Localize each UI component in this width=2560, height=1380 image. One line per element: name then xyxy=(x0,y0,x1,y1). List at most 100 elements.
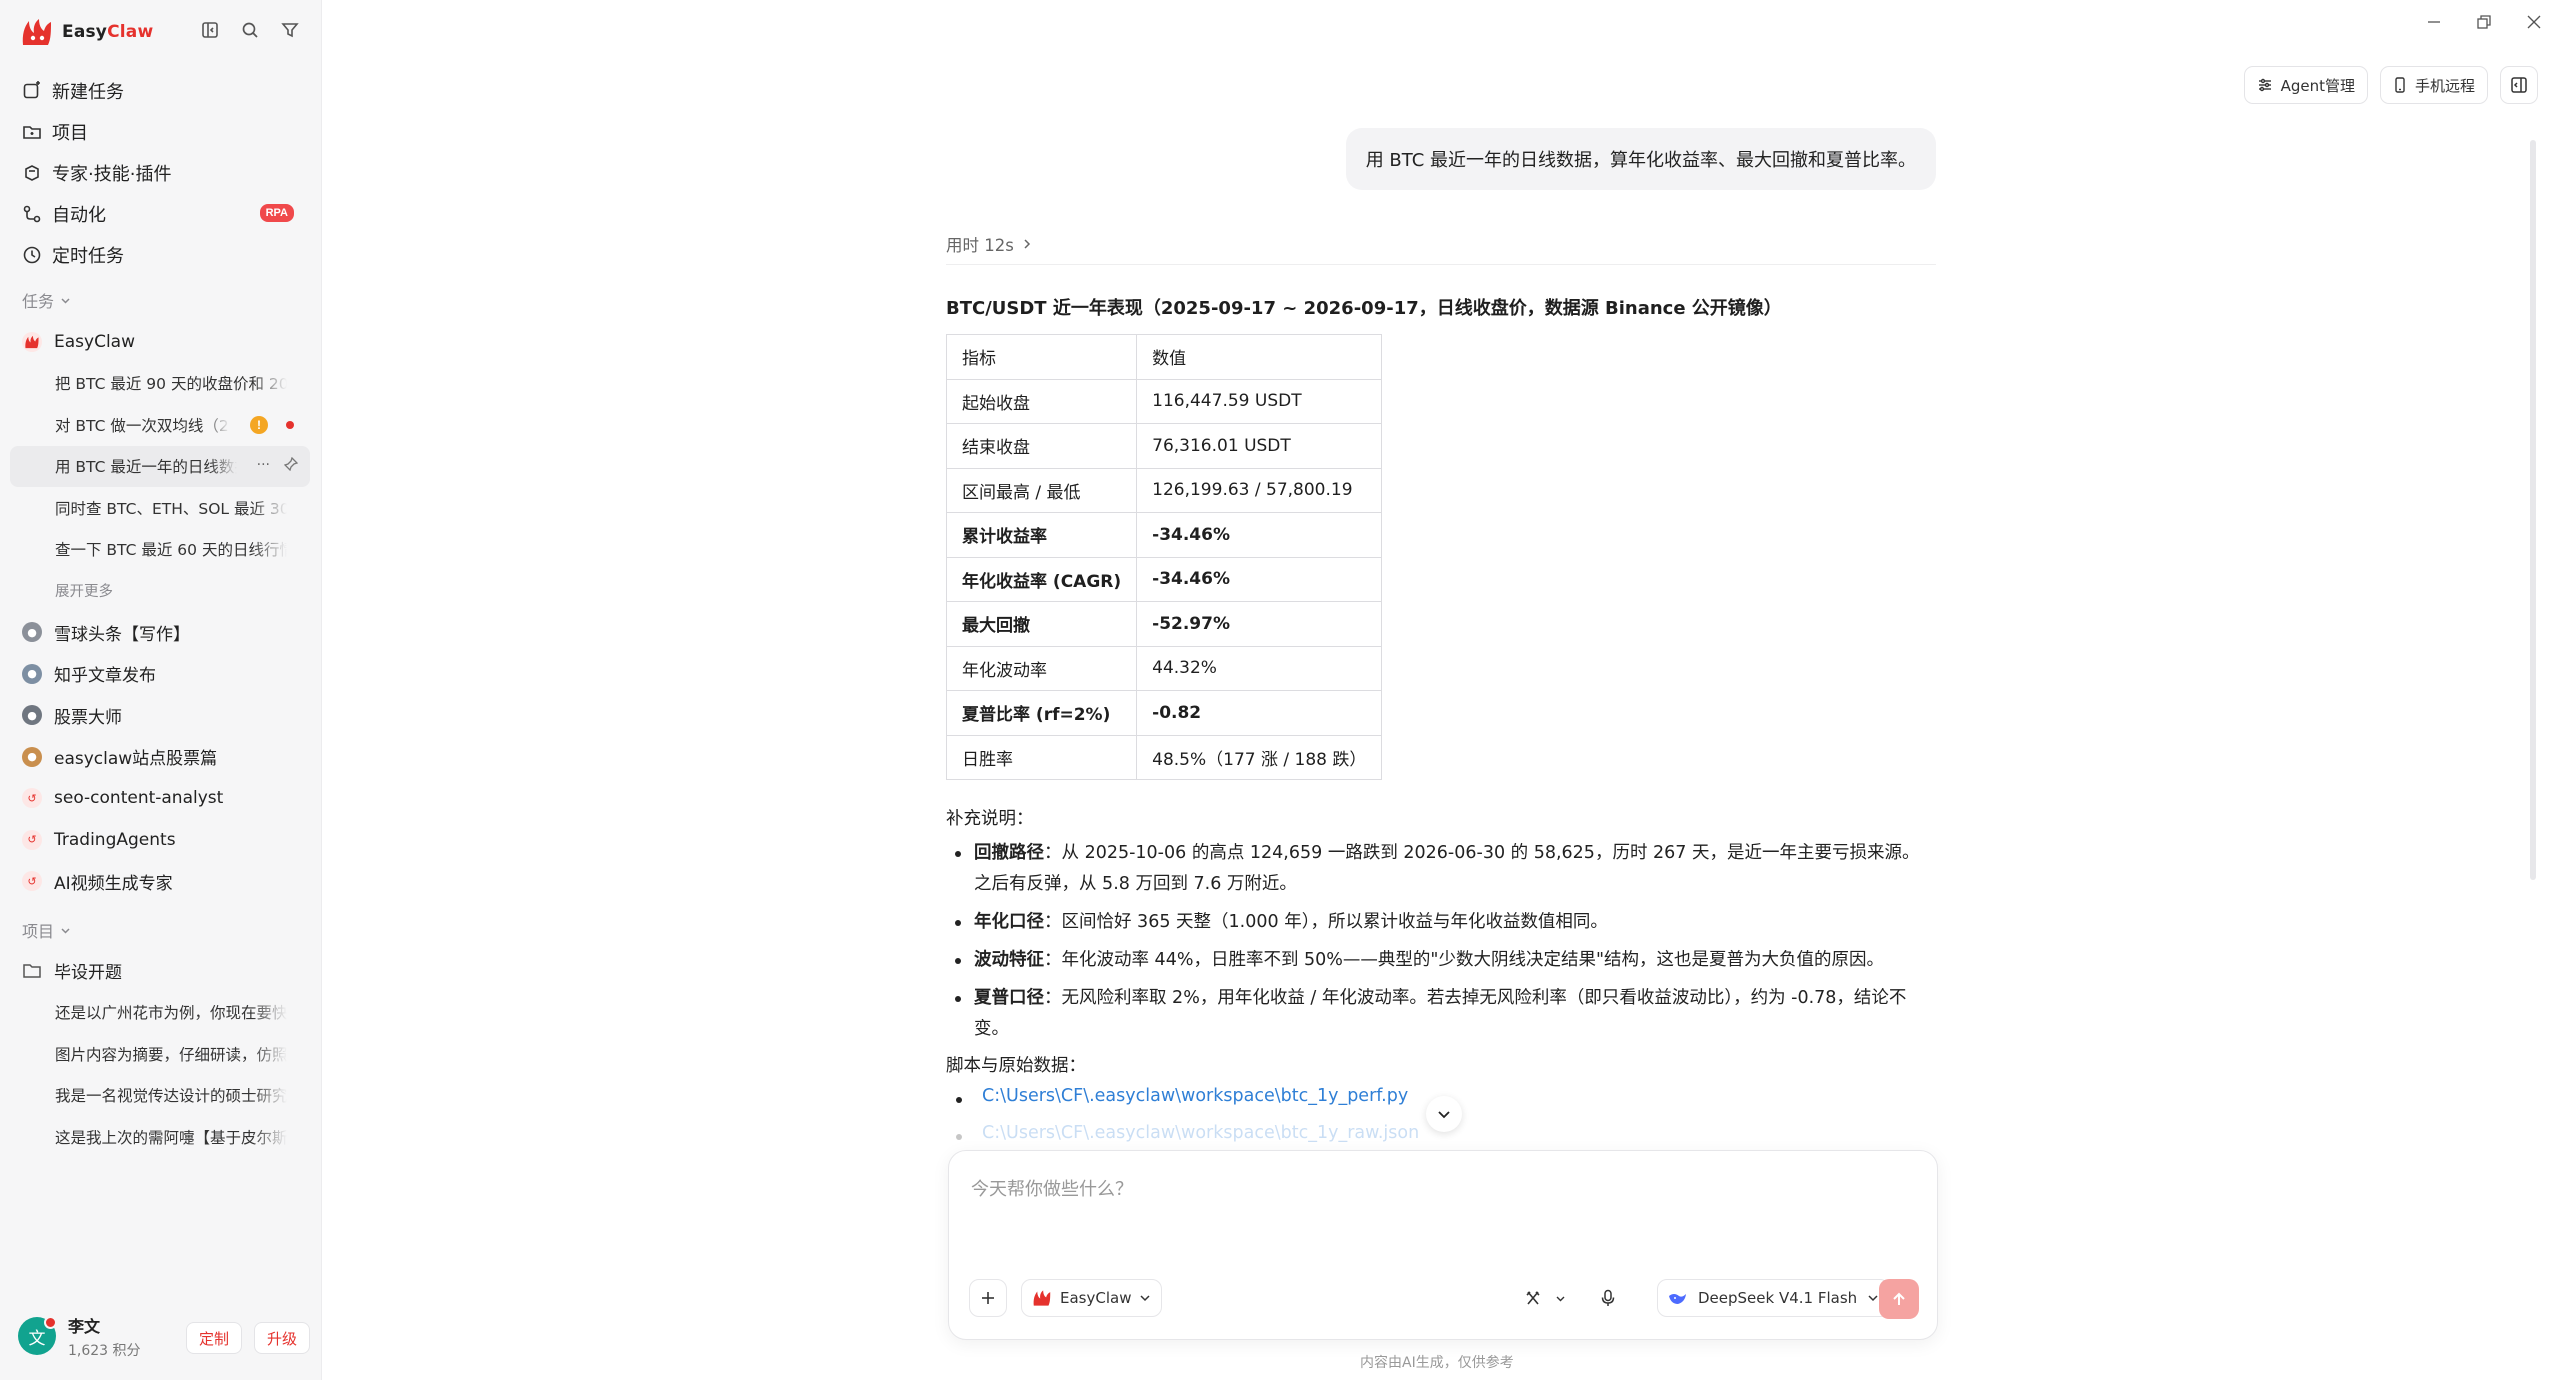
section-label: 项目 xyxy=(22,922,55,941)
attach-button[interactable] xyxy=(969,1279,1007,1317)
user-points: 1,623 积分 xyxy=(68,1342,141,1359)
projects-section-header[interactable]: 项目 xyxy=(22,918,71,942)
task-group-label: EasyClaw xyxy=(54,331,135,352)
brand[interactable]: EasyClaw xyxy=(20,14,153,50)
project-item[interactable]: 还是以广州花市为例，你现在要快 xyxy=(10,992,310,1034)
note-item: 回撤路径：从 2025-10-06 的高点 124,659 一路跌到 2026-… xyxy=(946,838,1936,900)
plus-icon xyxy=(982,1292,994,1304)
message-input[interactable]: 今天帮你做些什么？ xyxy=(971,1175,1133,1201)
nav-experts[interactable]: 专家·技能·插件 xyxy=(10,152,310,193)
chevron-down-icon xyxy=(1556,1296,1565,1301)
upgrade-button[interactable]: 升级 xyxy=(254,1322,311,1354)
agent-select-label: EasyClaw xyxy=(1060,1289,1132,1307)
show-more-tasks[interactable]: 展开更多 xyxy=(10,570,310,612)
nav-label: 自动化 xyxy=(52,204,106,226)
agent-item[interactable]: ● 股票大师 xyxy=(10,695,310,737)
main-nav: 新建任务 项目 专家·技能·插件 自动化 RPA 定时任务 xyxy=(10,70,310,275)
sidebar: EasyClaw 新建任务 项目 专家·技能·插件 自动化 RPA 定时任务 任… xyxy=(0,0,322,1380)
table-row: 最大回撤 -52.97% xyxy=(945,601,1383,647)
metric-name: 年化波动率 xyxy=(945,645,1138,691)
scroll-to-bottom-button[interactable] xyxy=(1426,1096,1462,1132)
note-item: 夏普口径：无风险利率取 2%，用年化收益 / 年化波动率。若去掉无风险利率（即只… xyxy=(946,983,1936,1045)
metric-value: -52.97% xyxy=(1136,601,1383,647)
more-icon[interactable]: ··· xyxy=(257,457,270,473)
task-item[interactable]: 把 BTC 最近 90 天的收盘价和 20 xyxy=(10,363,310,405)
chevron-down-icon xyxy=(1438,1111,1450,1119)
collapse-sidebar-icon[interactable] xyxy=(198,18,222,42)
task-title: 同时查 BTC、ETH、SOL 最近 30 xyxy=(55,499,287,518)
puzzle-icon xyxy=(25,164,39,181)
task-item[interactable]: 查一下 BTC 最近 60 天的日线行情 xyxy=(10,529,310,571)
agent-item[interactable]: ● 知乎文章发布 xyxy=(10,653,310,695)
folder-open-icon xyxy=(23,964,41,978)
task-item[interactable]: 对 BTC 做一次双均线（20 ! xyxy=(10,404,310,446)
agent-item[interactable]: ● easyclaw站点股票篇 xyxy=(10,736,310,778)
restore-icon[interactable] xyxy=(2476,14,2492,35)
agent-label: seo-content-analyst xyxy=(54,788,224,809)
agent-item[interactable]: ↺ seo-content-analyst xyxy=(10,778,310,820)
metric-name: 累计收益率 xyxy=(945,512,1138,558)
thinking-toggle[interactable]: 用时 12s xyxy=(946,232,1032,256)
toggle-panel-button[interactable] xyxy=(2500,66,2538,104)
agent-item[interactable]: ↺ TradingAgents xyxy=(10,819,310,861)
chat-scrollbar[interactable] xyxy=(2530,140,2536,880)
project-item[interactable]: 图片内容为摘要，仔细研读，仿照 xyxy=(10,1033,310,1075)
project-item[interactable]: 我是一名视觉传达设计的硕士研究 xyxy=(10,1075,310,1117)
project-folder[interactable]: 毕设开题 xyxy=(10,950,310,992)
note-text: ：区间恰好 365 天整（1.000 年），所以累计收益与年化收益数值相同。 xyxy=(1044,912,1608,932)
nav-label: 专家·技能·插件 xyxy=(52,163,172,185)
table-row: 累计收益率 -34.46% xyxy=(945,512,1383,558)
task-item[interactable]: 同时查 BTC、ETH、SOL 最近 30 xyxy=(10,487,310,529)
tools-select[interactable] xyxy=(1515,1279,1576,1317)
metric-name: 夏普比率 (rf=2%) xyxy=(945,690,1138,736)
table-header-row: 指标 数值 xyxy=(945,334,1383,380)
filter-icon[interactable] xyxy=(278,18,302,42)
project-folder-label: 毕设开题 xyxy=(54,963,122,984)
send-button[interactable] xyxy=(1879,1279,1919,1319)
nav-new-task[interactable]: 新建任务 xyxy=(10,70,310,111)
column-header: 指标 xyxy=(945,334,1138,380)
rpa-badge: RPA xyxy=(259,204,294,222)
nav-automation[interactable]: 自动化 RPA xyxy=(10,193,310,234)
nav-scheduled[interactable]: 定时任务 xyxy=(10,234,310,275)
agent-item[interactable]: ● 雪球头条【写作】 xyxy=(10,612,310,654)
minimize-icon[interactable] xyxy=(2426,14,2442,35)
voice-input-button[interactable] xyxy=(1589,1279,1627,1317)
claw-logo-icon: ↺ xyxy=(22,871,42,892)
section-label: 任务 xyxy=(22,292,55,311)
model-select[interactable]: DeepSeek V4.1 Flash xyxy=(1657,1279,1891,1317)
agent-management-button[interactable]: Agent管理 xyxy=(2243,66,2368,104)
mobile-remote-button[interactable]: 手机远程 xyxy=(2379,66,2488,104)
project-list: 毕设开题 还是以广州花市为例，你现在要快 图片内容为摘要，仔细研读，仿照 我是一… xyxy=(10,950,310,1158)
task-title: 用 BTC 最近一年的日线数据 xyxy=(55,458,237,477)
metric-value: 48.5%（177 涨 / 188 跌） xyxy=(1136,734,1383,780)
top-actions: Agent管理 手机远程 xyxy=(2243,66,2538,104)
column-header: 数值 xyxy=(1136,334,1383,380)
notes-list: 回撤路径：从 2025-10-06 的高点 124,659 一路跌到 2026-… xyxy=(946,838,1936,1045)
user-avatar[interactable]: 文 xyxy=(18,1316,57,1355)
project-item[interactable]: 这是我上次的需阿嚏【基于皮尔斯 xyxy=(10,1116,310,1158)
user-name: 李文 xyxy=(68,1316,101,1336)
agent-select[interactable]: EasyClaw xyxy=(1021,1279,1163,1317)
metric-name: 年化收益率 (CAGR) xyxy=(945,556,1138,602)
composer: 今天帮你做些什么？ EasyClaw DeepSeek V4.1 Flash xyxy=(948,1150,1938,1340)
file-link[interactable]: C:\Users\CF\.easyclaw\workspace\btc_1y_p… xyxy=(946,1086,1419,1123)
task-row-actions: ··· xyxy=(257,456,298,473)
search-icon[interactable] xyxy=(238,18,262,42)
table-row: 起始收盘 116,447.59 USDT xyxy=(945,378,1383,424)
nav-projects[interactable]: 项目 xyxy=(10,111,310,152)
claw-logo-icon xyxy=(22,19,51,45)
nav-label: 新建任务 xyxy=(52,81,124,103)
tasks-section-header[interactable]: 任务 xyxy=(22,288,71,312)
task-group-easyclaw[interactable]: EasyClaw xyxy=(10,321,310,363)
agent-item[interactable]: ↺ AI视频生成专家 xyxy=(10,861,310,903)
task-item-active[interactable]: 用 BTC 最近一年的日线数据 ··· xyxy=(10,445,310,487)
metric-value: 116,447.59 USDT xyxy=(1136,378,1383,424)
close-icon[interactable] xyxy=(2526,14,2542,35)
claw-logo-icon xyxy=(1033,1290,1051,1306)
pin-icon[interactable] xyxy=(284,456,298,471)
nav-label: 项目 xyxy=(52,122,88,144)
metric-value: -0.82 xyxy=(1136,690,1383,736)
customize-button[interactable]: 定制 xyxy=(186,1322,243,1354)
project-item-title: 还是以广州花市为例，你现在要快 xyxy=(55,1004,287,1023)
